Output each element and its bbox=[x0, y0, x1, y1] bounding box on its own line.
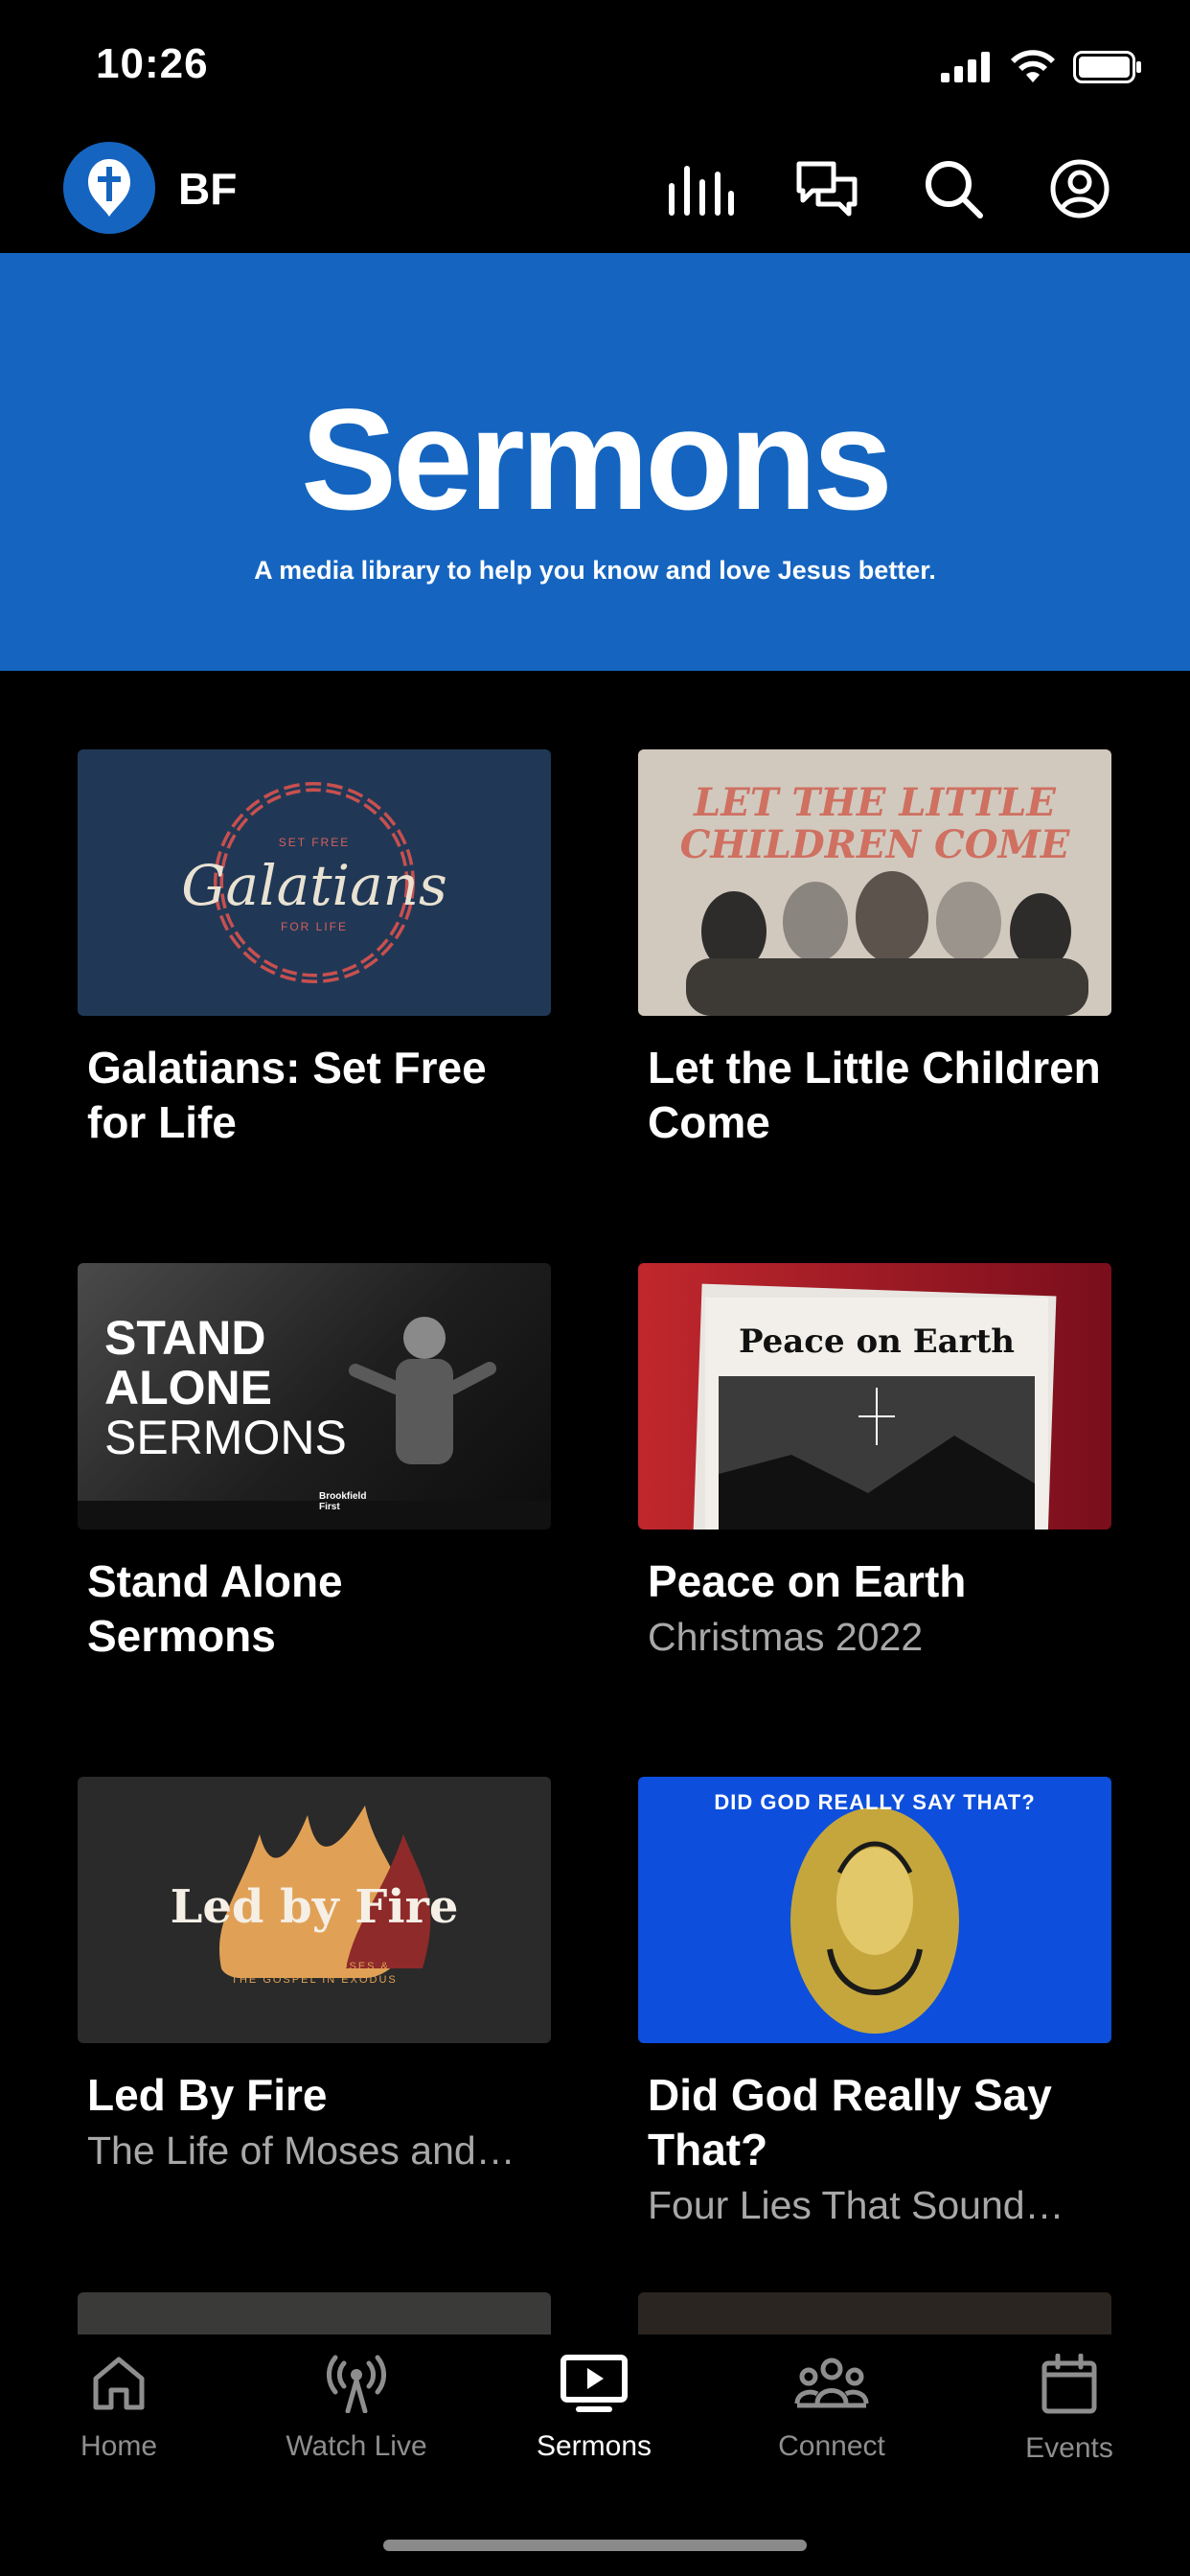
night-scene-graphic bbox=[719, 1376, 1035, 1530]
search-button[interactable] bbox=[920, 155, 987, 222]
hero-title: Sermons bbox=[301, 379, 893, 540]
series-card-did-god[interactable]: DID GOD REALLY SAY THAT? Did God Really … bbox=[638, 1777, 1111, 2231]
sermons-hero-banner: Sermons A media library to help you know… bbox=[0, 253, 1190, 671]
series-title: Let the Little Children Come bbox=[648, 1043, 1101, 1147]
status-bar: 10:26 bbox=[0, 0, 1190, 134]
thumb-sub-2: THE GOSPEL IN EXODUS bbox=[231, 1974, 398, 1986]
series-card-little-children[interactable]: LET THE LITTLE CHILDREN COME Let the Lit… bbox=[638, 749, 1111, 1150]
church-logo-button[interactable] bbox=[63, 142, 155, 234]
messages-button[interactable] bbox=[793, 155, 860, 222]
series-card-partial-right[interactable] bbox=[638, 2292, 1111, 2334]
cellular-signal-icon bbox=[941, 52, 990, 82]
tab-sermons[interactable]: Sermons bbox=[498, 2354, 690, 2463]
thumb-arc-text: DID GOD REALLY SAY THAT? bbox=[714, 1790, 1036, 1814]
series-title: Stand Alone Sermons bbox=[87, 1556, 343, 1661]
tab-label: Home bbox=[80, 2430, 158, 2462]
series-title: Led By Fire bbox=[87, 2070, 328, 2120]
status-time: 10:26 bbox=[96, 40, 209, 87]
speaker-silhouette-graphic bbox=[78, 1317, 551, 1530]
series-thumbnail: LET THE LITTLE CHILDREN COME bbox=[638, 749, 1111, 1016]
home-icon bbox=[93, 2357, 145, 2410]
series-card-galatians[interactable]: SET FREE Galatians FOR LIFE Galatians: S… bbox=[78, 749, 551, 1150]
hero-subtitle: A media library to help you know and lov… bbox=[254, 556, 936, 585]
series-title: Did God Really Say That? bbox=[648, 2070, 1052, 2174]
people-icon bbox=[794, 2358, 869, 2408]
thumb-top-text: SET FREE bbox=[278, 836, 351, 849]
tab-label: Events bbox=[1025, 2432, 1113, 2464]
profile-button[interactable] bbox=[1046, 155, 1113, 222]
tab-label: Watch Live bbox=[286, 2430, 427, 2462]
tab-home[interactable]: Home bbox=[23, 2354, 215, 2463]
battery-icon bbox=[1073, 51, 1141, 83]
play-screen-icon bbox=[561, 2355, 628, 2412]
series-thumbnail: Peace on Earth bbox=[638, 1263, 1111, 1530]
user-circle-icon bbox=[1050, 159, 1110, 218]
thumb-title: Led by Fire bbox=[170, 1880, 459, 1934]
status-icons bbox=[941, 48, 1142, 86]
tab-label: Sermons bbox=[536, 2430, 652, 2462]
tab-watch-live[interactable]: Watch Live bbox=[261, 2354, 452, 2463]
series-subtitle: Christmas 2022 bbox=[648, 1615, 924, 1659]
top-nav: BF bbox=[0, 134, 1190, 253]
series-subtitle: The Life of Moses and… bbox=[87, 2128, 515, 2173]
broadcast-icon bbox=[327, 2355, 386, 2413]
portrait-graphic bbox=[790, 1807, 959, 2034]
calendar-icon bbox=[1041, 2354, 1097, 2414]
series-thumbnail: STAND ALONE SERMONS Brookfield First bbox=[78, 1263, 551, 1530]
thumb-sub-1: THE LIFE OF MOSES & bbox=[239, 1961, 390, 1972]
wifi-icon bbox=[1011, 50, 1055, 82]
thumb-bottom-text: FOR LIFE bbox=[280, 920, 348, 933]
series-thumbnail: SET FREE Galatians FOR LIFE bbox=[78, 749, 551, 1016]
series-card-led-by-fire[interactable]: Led by Fire THE LIFE OF MOSES & THE GOSP… bbox=[78, 1777, 551, 2176]
children-silhouettes-graphic bbox=[686, 871, 1088, 1016]
tab-events[interactable]: Events bbox=[973, 2354, 1165, 2465]
series-thumbnail: Led by Fire THE LIFE OF MOSES & THE GOSP… bbox=[78, 1777, 551, 2043]
series-title: Galatians: Set Free for Life bbox=[87, 1043, 487, 1147]
audio-levels-button[interactable] bbox=[667, 155, 734, 222]
series-title: Peace on Earth bbox=[648, 1556, 967, 1606]
series-subtitle: Four Lies That Sound… bbox=[648, 2183, 1064, 2227]
search-icon bbox=[926, 161, 983, 218]
home-indicator bbox=[383, 2540, 807, 2551]
brand-label: BF bbox=[178, 164, 238, 214]
series-thumbnail: DID GOD REALLY SAY THAT? bbox=[638, 1777, 1111, 2043]
thumb-script-title: Galatians bbox=[181, 853, 447, 918]
brookfield-badge: Brookfield First bbox=[319, 1491, 367, 1512]
cross-logo-icon bbox=[88, 159, 130, 217]
audio-levels-icon bbox=[669, 166, 734, 216]
series-card-partial-left[interactable] bbox=[78, 2292, 551, 2334]
tab-connect[interactable]: Connect bbox=[736, 2354, 927, 2463]
series-card-peace-on-earth[interactable]: Peace on Earth Peace on Earth Christmas … bbox=[638, 1263, 1111, 1663]
series-card-stand-alone[interactable]: STAND ALONE SERMONS Brookfield First Sta… bbox=[78, 1263, 551, 1664]
tab-label: Connect bbox=[778, 2430, 885, 2462]
chat-bubbles-icon bbox=[796, 161, 858, 217]
